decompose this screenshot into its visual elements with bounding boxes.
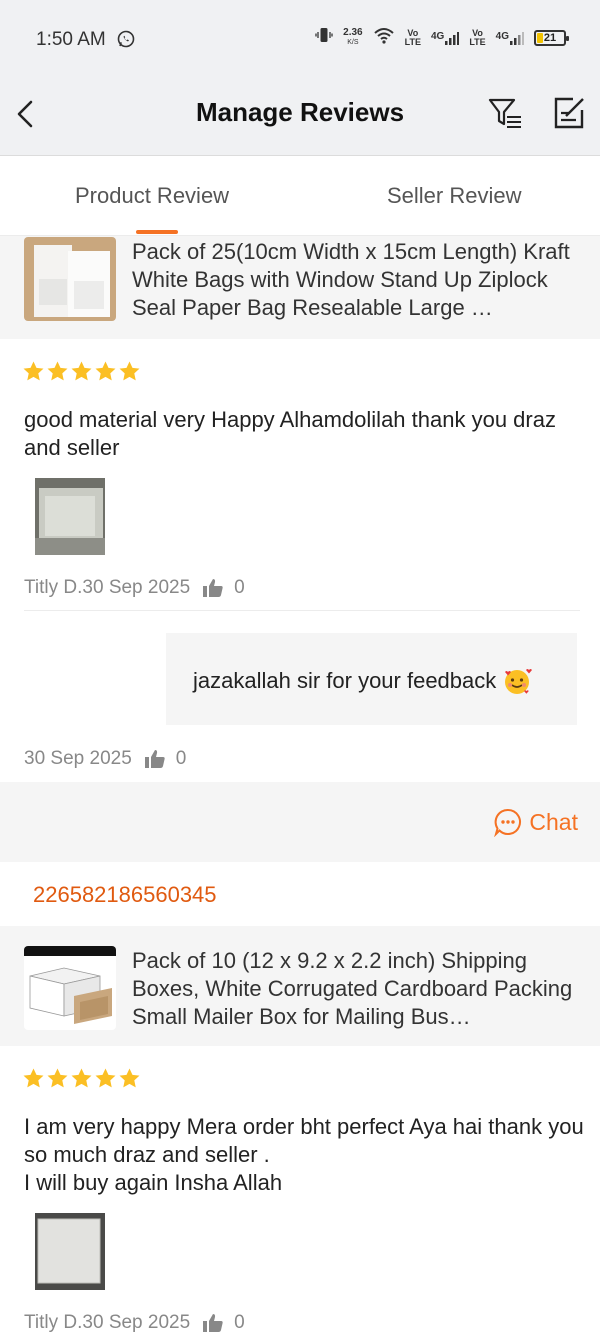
reply-meta: 30 Sep 2025 0 [24,748,186,770]
star-icon [95,1068,116,1088]
signal-2: 4G [496,31,524,45]
review-tabs: Product Review Seller Review [0,156,600,236]
thumbs-up-icon[interactable] [144,749,166,769]
product-thumbnail [24,237,116,321]
review-photo[interactable] [35,1213,105,1290]
signal-bars-icon [445,31,460,45]
chat-button[interactable]: Chat [493,807,578,837]
tab-seller-review[interactable]: Seller Review [387,183,522,209]
review-photo[interactable] [35,478,105,555]
chat-label: Chat [529,808,578,835]
product-row[interactable]: Pack of 25(10cm Width x 15cm Length) Kra… [0,236,600,339]
reviewer-name: Titly D. [24,577,83,598]
star-icon [47,361,68,381]
status-time: 1:50 AM [36,29,106,50]
battery-percent: 21 [543,31,557,44]
star-icon [23,361,44,381]
active-tab-indicator [136,230,178,234]
star-icon [119,1068,140,1088]
like-count: 0 [234,1312,245,1333]
network-speed-value: 2.36 [343,26,363,38]
write-review-button[interactable] [550,92,590,132]
smiling-hearts-emoji-icon [505,669,533,694]
filter-button[interactable] [486,94,526,134]
chat-bubble-icon [494,808,522,837]
product-title: Pack of 10 (12 x 9.2 x 2.2 inch) Shippin… [132,948,573,1029]
star-rating [22,360,141,383]
volte-badge-1: Vo LTE [404,27,421,47]
review-text: good material very Happy Alhamdolilah th… [24,407,556,460]
battery-fill [537,32,543,43]
edit-note-icon [554,97,584,129]
wifi-icon [373,26,395,49]
network-speed-unit: K/S [347,38,359,46]
vibrate-icon [315,26,333,49]
signal-1: 4G [430,30,460,45]
status-bar: 1:50 AM 2.36 K/S Vo LTE 4G Vo LTE 4G 21 [0,0,600,78]
review-meta: Titly D. 30 Sep 2025 0 [24,1312,245,1333]
reply-date: 30 Sep 2025 [24,748,132,769]
seller-reply-content: jazakallah sir for your feedback [193,666,533,696]
star-rating [22,1067,141,1090]
product-row[interactable]: Pack of 10 (12 x 9.2 x 2.2 inch) Shippin… [0,926,600,1046]
product-thumbnail [24,946,116,1030]
star-icon [71,1068,92,1088]
review-date: 30 Sep 2025 [82,577,191,598]
tab-product-review[interactable]: Product Review [75,183,229,209]
star-icon [23,1068,44,1088]
net-type-2: 4G [495,30,509,42]
thumbs-up-icon[interactable] [202,1313,224,1333]
net-type-1: 4G [430,30,445,42]
reply-like-count: 0 [175,748,187,769]
signal-bars-icon [510,31,524,45]
app-header: Manage Reviews [0,78,600,156]
review-meta: Titly D. 30 Sep 2025 0 [24,577,245,599]
star-icon [47,1068,68,1088]
volte-badge-2: Vo LTE [469,27,486,47]
filter-icon [488,98,521,128]
star-icon [95,361,116,381]
whatsapp-icon [117,30,135,53]
reviewer-name: Titly D. [24,1312,83,1333]
star-icon [71,361,92,381]
network-speed: 2.36 K/S [343,26,363,48]
review-text: I am very happy Mera order bht perfect A… [24,1114,584,1195]
star-icon [119,361,140,381]
order-id[interactable]: 226582186560345 [33,882,217,908]
seller-reply: jazakallah sir for your feedback [166,633,577,725]
review-date: 30 Sep 2025 [82,1312,191,1333]
divider [24,610,580,611]
thumbs-up-icon[interactable] [202,578,224,598]
like-count: 0 [234,577,245,598]
product-title: Pack of 25(10cm Width x 15cm Length) Kra… [132,239,570,320]
battery-icon: 21 [534,29,569,46]
chat-bar: Chat [0,782,600,862]
seller-reply-text: jazakallah sir for your feedback [193,668,497,693]
